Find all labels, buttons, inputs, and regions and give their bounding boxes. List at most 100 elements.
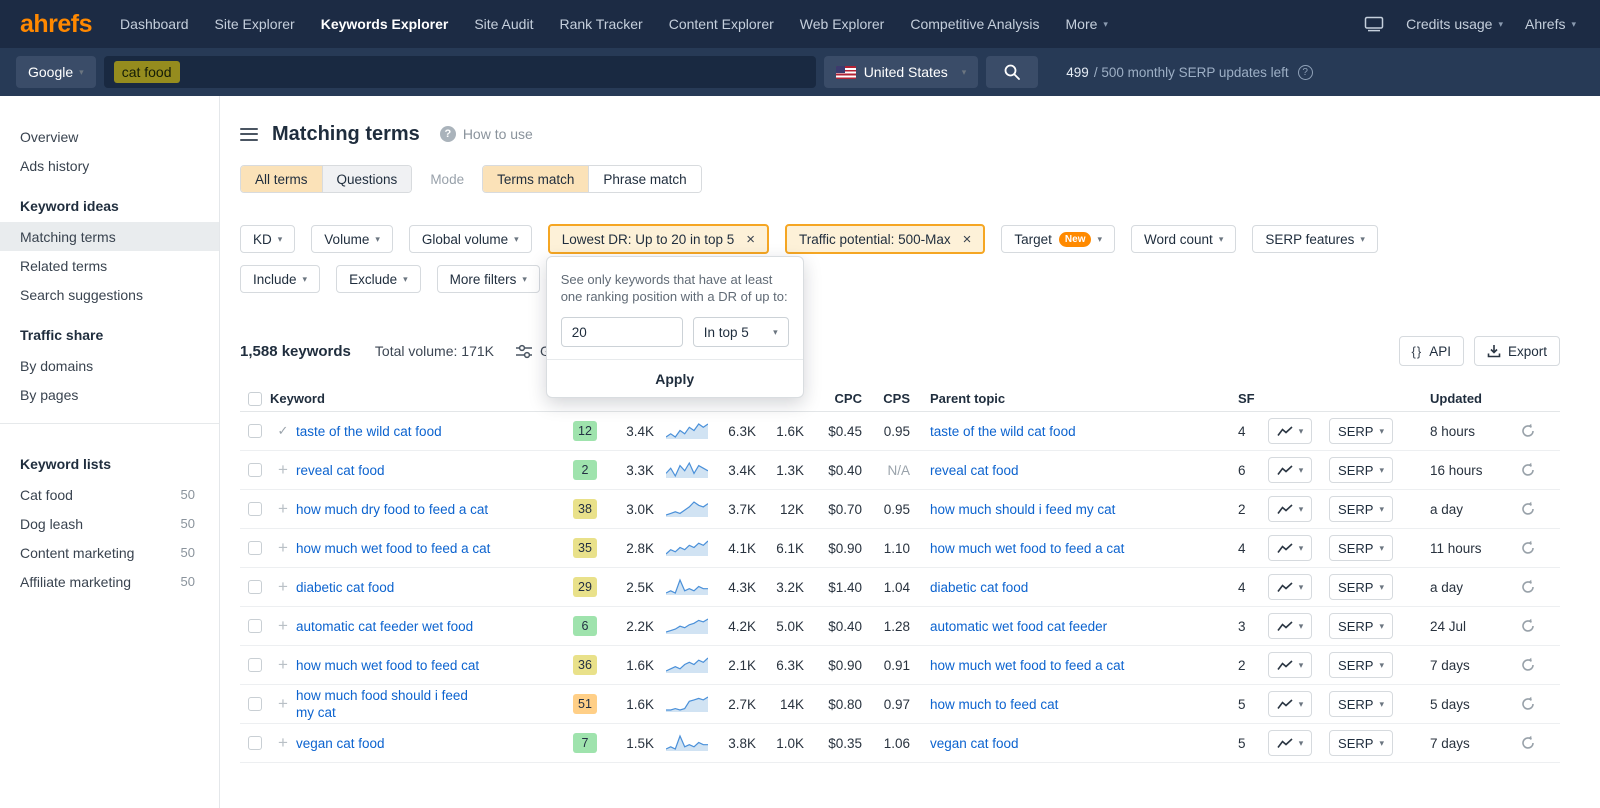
filter-button-global-volume[interactable]: Global volume▾ bbox=[409, 225, 532, 253]
keyword-link[interactable]: vegan cat food bbox=[296, 735, 385, 752]
trend-chart-button[interactable]: ▾ bbox=[1268, 418, 1313, 444]
country-selector[interactable]: United States ▾ bbox=[824, 56, 979, 88]
col-header-cps[interactable]: CPS bbox=[866, 391, 914, 406]
search-button[interactable] bbox=[986, 56, 1038, 88]
row-checkbox[interactable] bbox=[248, 580, 262, 594]
col-header-updated[interactable]: Updated bbox=[1400, 391, 1496, 406]
trend-chart-button[interactable]: ▾ bbox=[1268, 496, 1313, 522]
nav-item-site-audit[interactable]: Site Audit bbox=[474, 16, 533, 32]
filter-button-include[interactable]: Include▾ bbox=[240, 265, 320, 293]
serp-button[interactable]: SERP▾ bbox=[1329, 418, 1393, 444]
row-checkbox[interactable] bbox=[248, 541, 262, 555]
trend-chart-button[interactable]: ▾ bbox=[1268, 613, 1313, 639]
add-to-list-button[interactable]: + bbox=[278, 577, 288, 596]
serp-button[interactable]: SERP▾ bbox=[1329, 613, 1393, 639]
filter-button-more-filters[interactable]: More filters▾ bbox=[437, 265, 540, 293]
refresh-icon[interactable] bbox=[1520, 657, 1536, 673]
col-header-sf[interactable]: SF bbox=[1214, 391, 1258, 406]
sidebar-item-overview[interactable]: Overview bbox=[0, 122, 219, 151]
select-all-checkbox[interactable] bbox=[248, 392, 262, 406]
sidebar-item-matching-terms[interactable]: Matching terms bbox=[0, 222, 219, 251]
add-to-list-button[interactable]: + bbox=[278, 538, 288, 557]
serp-button[interactable]: SERP▾ bbox=[1329, 730, 1393, 756]
query-tag[interactable]: cat food bbox=[114, 61, 180, 83]
remove-filter-icon[interactable]: × bbox=[746, 232, 755, 247]
ahrefs-logo[interactable]: ahrefs bbox=[20, 10, 92, 39]
sidebar-item-by-domains[interactable]: By domains bbox=[0, 351, 219, 380]
trend-chart-button[interactable]: ▾ bbox=[1268, 535, 1313, 561]
row-checkbox[interactable] bbox=[248, 697, 262, 711]
keyword-link[interactable]: how much dry food to feed a cat bbox=[296, 501, 488, 518]
sidebar-item-ads-history[interactable]: Ads history bbox=[0, 151, 219, 180]
filter-button-exclude[interactable]: Exclude▾ bbox=[336, 265, 421, 293]
refresh-icon[interactable] bbox=[1520, 540, 1536, 556]
api-button[interactable]: {} API bbox=[1399, 336, 1464, 366]
sidebar-item-dog-leash[interactable]: Dog leash50 bbox=[0, 509, 219, 538]
sidebar-item-by-pages[interactable]: By pages bbox=[0, 380, 219, 409]
nav-item-web-explorer[interactable]: Web Explorer bbox=[800, 16, 885, 32]
col-header-keyword[interactable]: Keyword bbox=[270, 391, 568, 406]
nav-item-keywords-explorer[interactable]: Keywords Explorer bbox=[321, 16, 449, 32]
tab-terms-match[interactable]: Terms match bbox=[483, 166, 588, 192]
nav-item-more[interactable]: More▾ bbox=[1066, 16, 1108, 32]
nav-item-rank-tracker[interactable]: Rank Tracker bbox=[559, 16, 642, 32]
nav-item-dashboard[interactable]: Dashboard bbox=[120, 16, 189, 32]
trend-chart-button[interactable]: ▾ bbox=[1268, 574, 1313, 600]
keyword-link[interactable]: diabetic cat food bbox=[296, 579, 394, 596]
parent-topic-link[interactable]: vegan cat food bbox=[930, 735, 1019, 752]
credits-usage-menu[interactable]: Credits usage ▾ bbox=[1406, 16, 1503, 32]
parent-topic-link[interactable]: taste of the wild cat food bbox=[930, 423, 1076, 440]
serp-button[interactable]: SERP▾ bbox=[1329, 457, 1393, 483]
sidebar-item-cat-food[interactable]: Cat food50 bbox=[0, 480, 219, 509]
col-header-cpc[interactable]: CPC bbox=[808, 391, 866, 406]
tab-phrase-match[interactable]: Phrase match bbox=[588, 166, 700, 192]
add-to-list-button[interactable]: + bbox=[278, 499, 288, 518]
filter-chip-traffic-potential[interactable]: Traffic potential: 500-Max× bbox=[785, 224, 985, 254]
refresh-icon[interactable] bbox=[1520, 696, 1536, 712]
export-button[interactable]: Export bbox=[1474, 336, 1560, 366]
serp-button[interactable]: SERP▾ bbox=[1329, 535, 1393, 561]
screen-icon[interactable] bbox=[1364, 16, 1384, 32]
sidebar-item-related-terms[interactable]: Related terms bbox=[0, 251, 219, 280]
trend-chart-button[interactable]: ▾ bbox=[1268, 457, 1313, 483]
parent-topic-link[interactable]: how much wet food to feed a cat bbox=[930, 657, 1124, 674]
apply-button[interactable]: Apply bbox=[547, 359, 803, 397]
display-settings-icon[interactable] bbox=[516, 344, 532, 359]
row-checkbox[interactable] bbox=[248, 736, 262, 750]
row-checkbox[interactable] bbox=[248, 463, 262, 477]
remove-filter-icon[interactable]: × bbox=[963, 232, 972, 247]
parent-topic-link[interactable]: diabetic cat food bbox=[930, 579, 1028, 596]
col-header-parent-topic[interactable]: Parent topic bbox=[914, 391, 1214, 406]
account-menu[interactable]: Ahrefs ▾ bbox=[1525, 16, 1576, 32]
refresh-icon[interactable] bbox=[1520, 423, 1536, 439]
row-checkbox[interactable] bbox=[248, 658, 262, 672]
serp-button[interactable]: SERP▾ bbox=[1329, 574, 1393, 600]
serp-button[interactable]: SERP▾ bbox=[1329, 652, 1393, 678]
row-checkbox[interactable] bbox=[248, 619, 262, 633]
filter-button-kd[interactable]: KD▾ bbox=[240, 225, 295, 253]
how-to-use-link[interactable]: ? How to use bbox=[440, 126, 533, 142]
sidebar-item-content-marketing[interactable]: Content marketing50 bbox=[0, 538, 219, 567]
refresh-icon[interactable] bbox=[1520, 462, 1536, 478]
help-icon[interactable]: ? bbox=[1298, 65, 1313, 80]
dr-position-select[interactable]: In top 5 ▾ bbox=[693, 317, 789, 347]
parent-topic-link[interactable]: automatic wet food cat feeder bbox=[930, 618, 1107, 635]
filter-chip-lowest-dr[interactable]: Lowest DR: Up to 20 in top 5× bbox=[548, 224, 769, 254]
filter-button-volume[interactable]: Volume▾ bbox=[311, 225, 393, 253]
collapse-sidebar-icon[interactable] bbox=[240, 128, 258, 141]
nav-item-site-explorer[interactable]: Site Explorer bbox=[215, 16, 295, 32]
parent-topic-link[interactable]: how much wet food to feed a cat bbox=[930, 540, 1124, 557]
filter-button-target[interactable]: TargetNew▾ bbox=[1001, 225, 1115, 253]
keyword-search-input[interactable]: cat food bbox=[104, 56, 816, 88]
row-checkbox[interactable] bbox=[248, 502, 262, 516]
nav-item-competitive-analysis[interactable]: Competitive Analysis bbox=[910, 16, 1039, 32]
add-to-list-button[interactable]: + bbox=[278, 733, 288, 752]
keyword-link[interactable]: how much wet food to feed cat bbox=[296, 657, 479, 674]
parent-topic-link[interactable]: how much to feed cat bbox=[930, 696, 1058, 713]
keyword-link[interactable]: how much wet food to feed a cat bbox=[296, 540, 490, 557]
refresh-icon[interactable] bbox=[1520, 579, 1536, 595]
nav-item-content-explorer[interactable]: Content Explorer bbox=[669, 16, 774, 32]
tab-questions[interactable]: Questions bbox=[322, 166, 412, 192]
row-checkbox[interactable] bbox=[248, 424, 262, 438]
add-to-list-button[interactable]: + bbox=[278, 460, 288, 479]
